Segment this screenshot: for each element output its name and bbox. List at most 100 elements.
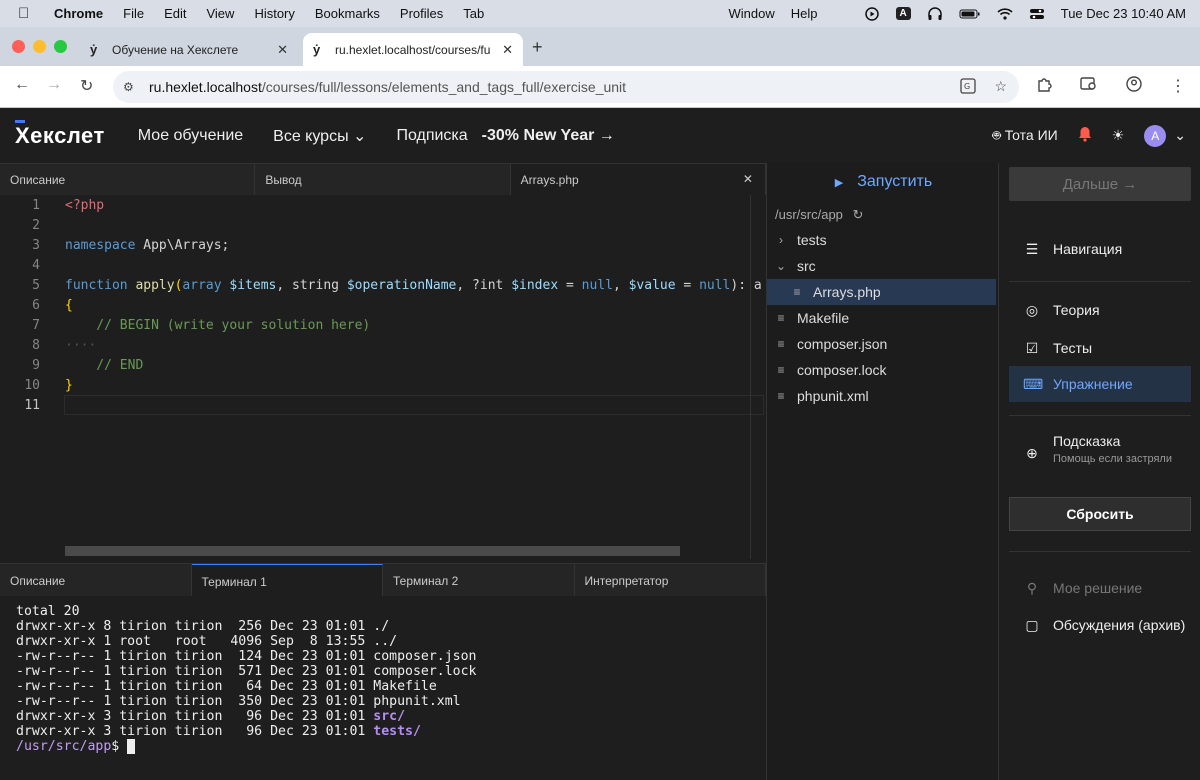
file-composer-lock[interactable]: ≡ composer.lock (767, 357, 996, 383)
tab-description-bottom[interactable]: Описание (0, 564, 192, 596)
battery-icon[interactable] (959, 7, 981, 21)
menu-bookmarks[interactable]: Bookmarks (315, 6, 380, 21)
site-settings-icon[interactable]: ⚙ (123, 80, 139, 94)
code-editor[interactable]: 1 <?php 2 3 namespace App\Arrays; 4 5 funct… (0, 195, 766, 550)
tab-interpreter[interactable]: Интерпретатор (575, 564, 766, 596)
file-phpunit-xml[interactable]: ≡ phpunit.xml (767, 383, 996, 409)
tab-terminal-1[interactable]: Терминал 1 (191, 564, 383, 596)
terminal-icon: ⌨ (1023, 375, 1044, 392)
sidebar-item-exercise[interactable]: ⌨ Упражнение (1009, 366, 1191, 402)
theme-toggle-icon[interactable]: ☀ (1112, 127, 1125, 144)
sidebar-item-hint[interactable]: ⊕ Подсказка Помощь если застряли (1009, 433, 1191, 477)
menu-view[interactable]: View (206, 6, 234, 21)
next-button[interactable]: Дальше → (1009, 167, 1191, 201)
control-center-icon[interactable] (1029, 7, 1045, 21)
close-window-button[interactable] (12, 40, 25, 53)
minimize-window-button[interactable] (33, 40, 46, 53)
terminal-prompt: /usr/src/app$ (16, 739, 477, 754)
ai-assistant-button[interactable]: 🤖︎ Тота ИИ (992, 126, 1057, 146)
menu-edit[interactable]: Edit (164, 6, 186, 21)
tab-output[interactable]: Вывод (255, 164, 511, 195)
terminal-line: -rw-r--r-- 1 tirion tirion 64 Dec 23 01:… (16, 679, 437, 694)
back-arrow-icon[interactable]: ← (14, 76, 30, 94)
address-bar[interactable]: ⚙ ru.hexlet.localhost/courses/full/lesso… (113, 71, 1019, 103)
wifi-icon[interactable] (997, 7, 1013, 21)
close-icon[interactable]: ✕ (743, 172, 753, 186)
tab-title: ru.hexlet.localhost/courses/fu (335, 42, 491, 57)
bookmark-star-icon[interactable]: ☆ (994, 78, 1007, 97)
terminal-line: drwxr-xr-x 3 tirion tirion 96 Dec 23 01:… (16, 724, 421, 739)
terminal-output[interactable]: total 20 drwxr-xr-x 8 tirion tirion 256 D… (16, 604, 477, 754)
url-host: ru.hexlet.localhost (149, 79, 262, 95)
lifebuoy-icon: ⊕ (1026, 445, 1038, 461)
headphones-icon[interactable] (927, 6, 943, 21)
macos-menubar:  Chrome File Edit View History Bookmark… (0, 0, 1200, 27)
svg-text:G: G (964, 82, 970, 91)
url-path: /courses/full/lessons/elements_and_tags_… (261, 79, 627, 95)
run-button[interactable]: ▶ Запустить (767, 173, 1000, 191)
tab-search-icon[interactable] (1080, 76, 1098, 97)
forward-arrow-icon[interactable]: → (46, 76, 62, 94)
sidebar-item-navigation[interactable]: ☰ Навигация (1009, 231, 1191, 267)
more-menu-icon[interactable]: ⋮ (1170, 76, 1186, 97)
sidebar-item-tests[interactable]: ☑ Тесты (1009, 330, 1191, 366)
code-line: // BEGIN (write your solution here) (65, 317, 371, 333)
sidebar-item-my-solution[interactable]: ⚲ Мое решение (1009, 570, 1191, 606)
file-lines-icon: ≡ (793, 285, 801, 299)
tab-file-arrays-php[interactable]: Arrays.php ✕ (510, 164, 766, 195)
file-composer-json[interactable]: ≡ composer.json (767, 331, 996, 357)
close-tab-icon[interactable]: ✕ (502, 42, 513, 58)
nav-promo[interactable]: -30% New Year → (482, 127, 615, 145)
terminal-line: drwxr-xr-x 3 tirion tirion 96 Dec 23 01:… (16, 709, 406, 724)
sidebar-item-theory[interactable]: ◎ Теория (1009, 292, 1191, 328)
vertical-scrollbar[interactable] (750, 195, 751, 559)
line-number: 5 (32, 277, 40, 293)
folder-tests[interactable]: › tests (767, 227, 996, 253)
menu-history[interactable]: History (254, 6, 294, 21)
reset-button[interactable]: Сбросить (1009, 497, 1191, 531)
file-makefile[interactable]: ≡ Makefile (767, 305, 996, 331)
file-arrays-php[interactable]: ≡ Arrays.php (767, 279, 996, 305)
profile-icon[interactable] (1126, 76, 1142, 97)
translate-icon[interactable]: G (960, 78, 977, 97)
bell-icon[interactable] (1078, 126, 1092, 145)
code-line: ···· (65, 337, 97, 353)
menu-profiles[interactable]: Profiles (400, 6, 443, 21)
terminal-line: drwxr-xr-x 8 tirion tirion 256 Dec 23 01… (16, 619, 390, 634)
browser-tab-active[interactable]: ẏ ru.hexlet.localhost/courses/fu ✕ (303, 33, 523, 66)
zoom-window-button[interactable] (54, 40, 67, 53)
nav-my-learning[interactable]: Мое обучение (138, 127, 243, 145)
hexlet-logo[interactable]: Хекслет (15, 119, 105, 149)
tab-description[interactable]: Описание (0, 164, 256, 195)
file-tree-panel: ▶ Запустить /usr/src/app ↻ › tests ⌄ src ≡ A… (766, 163, 999, 780)
menu-window[interactable]: Window (729, 6, 775, 21)
line-number: 6 (32, 297, 40, 313)
line-number: 8 (32, 337, 40, 353)
nav-subscription[interactable]: Подписка (396, 127, 467, 145)
close-tab-icon[interactable]: ✕ (277, 42, 288, 58)
tab-terminal-2[interactable]: Терминал 2 (383, 564, 575, 596)
menu-app-name[interactable]: Chrome (54, 6, 103, 21)
nav-all-courses[interactable]: Все курсы ⌄ (273, 126, 366, 146)
terminal-line: total 20 (16, 604, 80, 619)
folder-src[interactable]: ⌄ src (767, 253, 996, 279)
new-tab-icon[interactable]: + (532, 37, 543, 58)
file-tree-path: /usr/src/app ↻ (775, 207, 864, 222)
apple-icon[interactable]:  (18, 5, 36, 22)
terminal-line: -rw-r--r-- 1 tirion tirion 571 Dec 23 01… (16, 664, 477, 679)
sidebar-item-discussions[interactable]: ▢ Обсуждения (архив) (1009, 607, 1191, 643)
menu-file[interactable]: File (123, 6, 144, 21)
horizontal-scrollbar[interactable] (65, 546, 680, 556)
file-lines-icon: ≡ (777, 311, 785, 325)
browser-tab[interactable]: ẏ Обучение на Хекслете ✕ (80, 33, 298, 66)
reload-icon[interactable]: ↻ (80, 76, 93, 96)
user-menu[interactable]: A ⌄ (1144, 124, 1186, 147)
extensions-icon[interactable] (1036, 76, 1052, 97)
refresh-icon[interactable]: ↻ (853, 207, 864, 222)
input-source-badge[interactable]: A (895, 7, 911, 20)
play-circle-icon[interactable] (864, 6, 880, 21)
chevron-right-icon: › (779, 233, 783, 247)
menu-help[interactable]: Help (791, 6, 818, 21)
menubar-clock[interactable]: Tue Dec 23 10:40 AM (1061, 6, 1186, 21)
menu-tab[interactable]: Tab (463, 6, 484, 21)
